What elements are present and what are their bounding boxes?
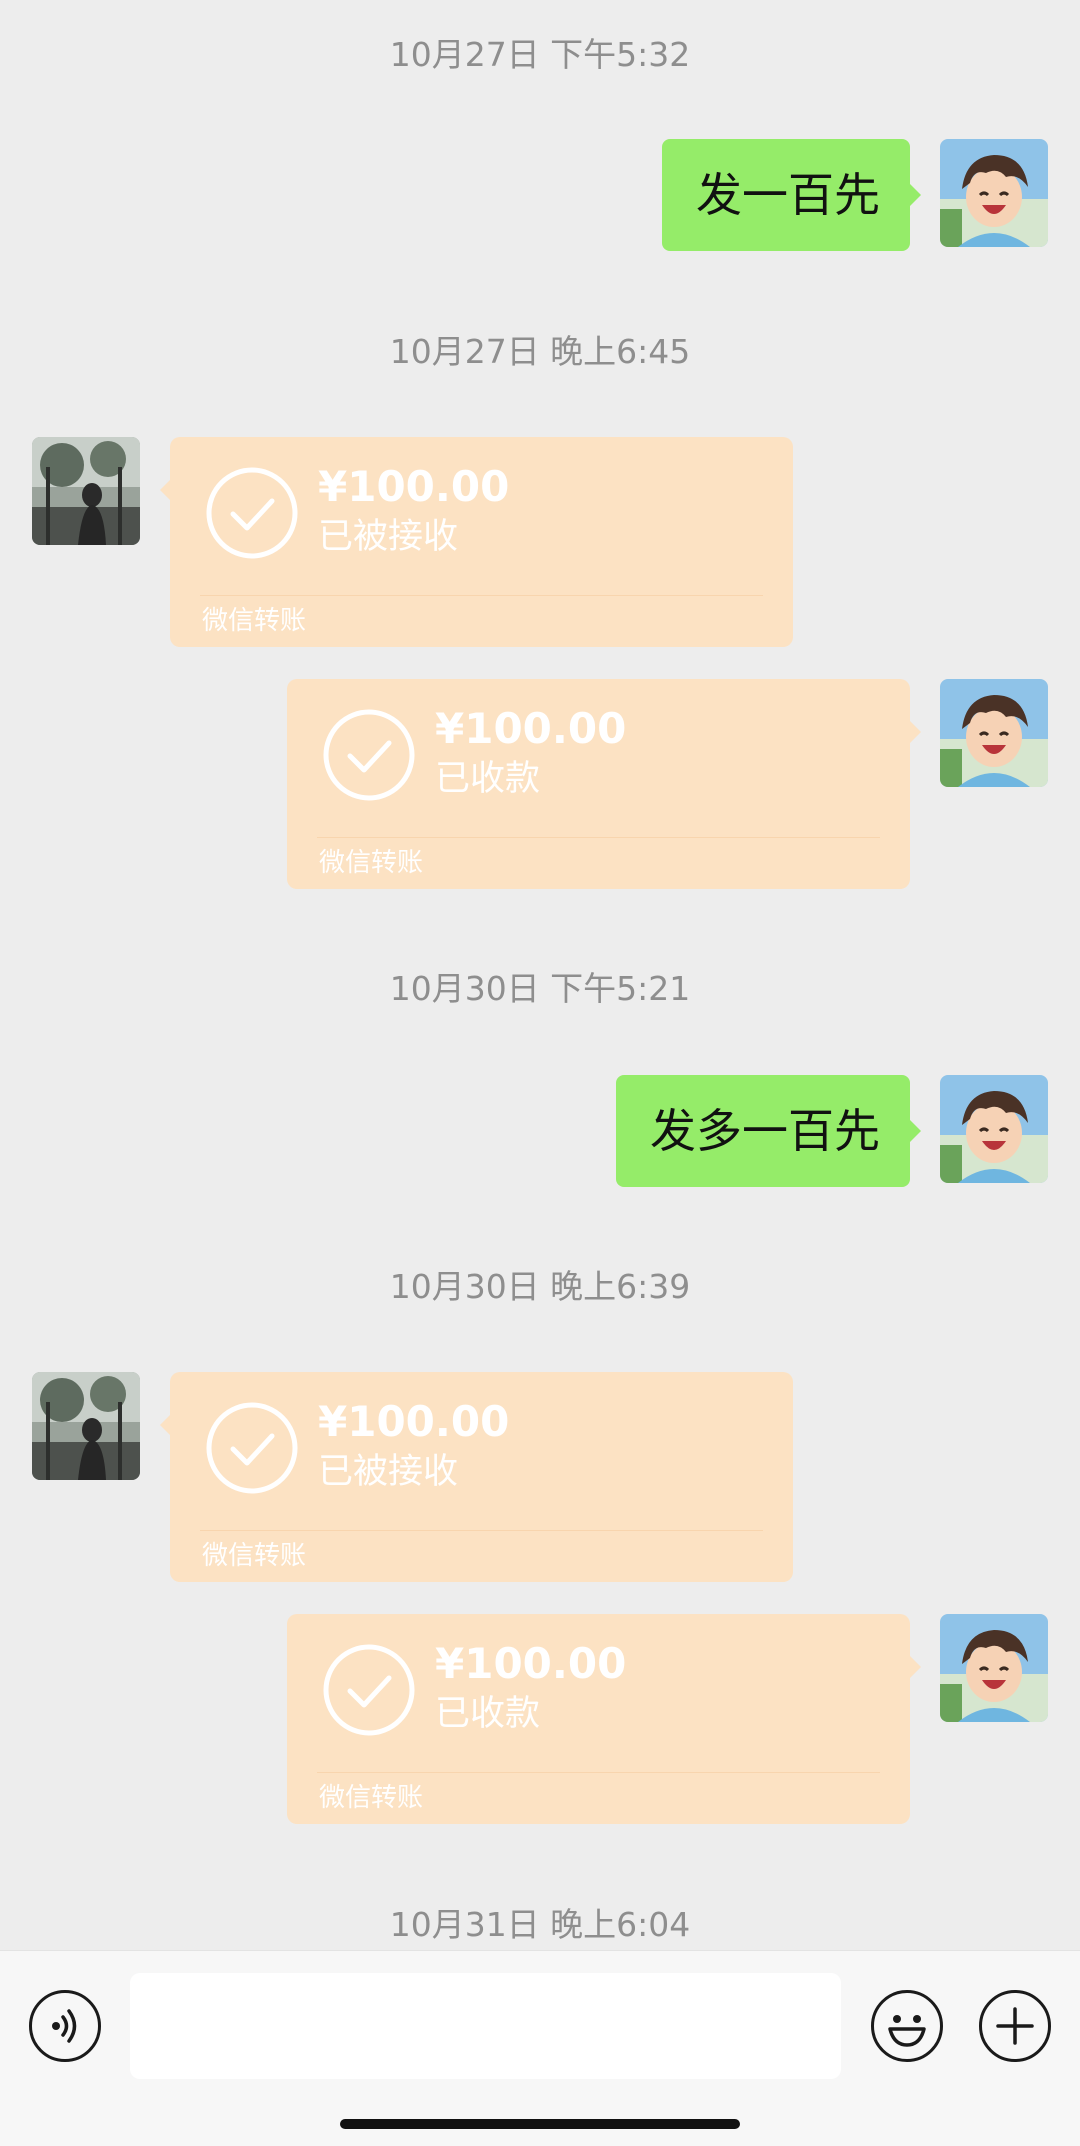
timestamp: 10月27日 晚上6:45 xyxy=(389,332,691,371)
home-indicator xyxy=(340,2119,740,2129)
emoji-icon xyxy=(888,2015,926,2047)
transfer-status: 已被接收 xyxy=(318,517,459,557)
plus-button[interactable] xyxy=(979,1990,1051,2062)
divider xyxy=(200,595,763,596)
transfer-label: 微信转账 xyxy=(319,848,424,878)
my-avatar[interactable] xyxy=(940,1075,1048,1183)
timestamp: 10月27日 下午5:32 xyxy=(389,35,691,74)
message-input[interactable] xyxy=(130,1973,841,2079)
sent-message-bubble[interactable]: 发多一百先 xyxy=(616,1075,910,1187)
contact-avatar[interactable] xyxy=(32,1372,140,1480)
transfer-label: 微信转账 xyxy=(319,1783,424,1813)
transfer-status: 已收款 xyxy=(435,759,541,799)
my-avatar[interactable] xyxy=(940,139,1048,247)
divider xyxy=(200,1530,763,1531)
divider xyxy=(317,1772,880,1773)
transfer-amount: ¥100.00 xyxy=(435,704,627,753)
message-text: 发一百先 xyxy=(696,168,880,222)
check-circle-icon xyxy=(323,709,415,801)
bubble-tail xyxy=(910,1656,921,1678)
voice-button[interactable] xyxy=(29,1990,101,2062)
transfer-card[interactable]: ¥100.00 已收款 微信转账 xyxy=(287,1614,910,1824)
transfer-card[interactable]: ¥100.00 已被接收 微信转账 xyxy=(170,437,793,647)
sent-message-bubble[interactable]: 发一百先 xyxy=(662,139,910,251)
transfer-label: 微信转账 xyxy=(202,606,307,636)
transfer-amount: ¥100.00 xyxy=(435,1639,627,1688)
transfer-label: 微信转账 xyxy=(202,1541,307,1571)
timestamp: 10月31日 晚上6:04 xyxy=(389,1905,691,1944)
check-circle-icon xyxy=(323,1644,415,1736)
my-avatar[interactable] xyxy=(940,679,1048,787)
plus-icon xyxy=(996,2007,1034,2045)
bubble-tail xyxy=(910,184,921,206)
check-circle-icon xyxy=(206,467,298,559)
transfer-amount: ¥100.00 xyxy=(318,1397,510,1446)
timestamp: 10月30日 晚上6:39 xyxy=(389,1267,691,1306)
timestamp: 10月30日 下午5:21 xyxy=(389,969,691,1008)
contact-avatar[interactable] xyxy=(32,437,140,545)
bubble-tail xyxy=(910,721,921,743)
voice-icon xyxy=(52,2009,77,2043)
transfer-status: 已被接收 xyxy=(318,1452,459,1492)
message-text: 发多一百先 xyxy=(650,1104,880,1158)
divider xyxy=(317,837,880,838)
check-circle-icon xyxy=(206,1402,298,1494)
chat-input-bar xyxy=(0,1950,1080,2146)
my-avatar[interactable] xyxy=(940,1614,1048,1722)
transfer-card[interactable]: ¥100.00 已收款 微信转账 xyxy=(287,679,910,889)
emoji-button[interactable] xyxy=(871,1990,943,2062)
transfer-status: 已收款 xyxy=(435,1694,541,1734)
transfer-card[interactable]: ¥100.00 已被接收 微信转账 xyxy=(170,1372,793,1582)
transfer-amount: ¥100.00 xyxy=(318,462,510,511)
bubble-tail xyxy=(910,1120,921,1142)
